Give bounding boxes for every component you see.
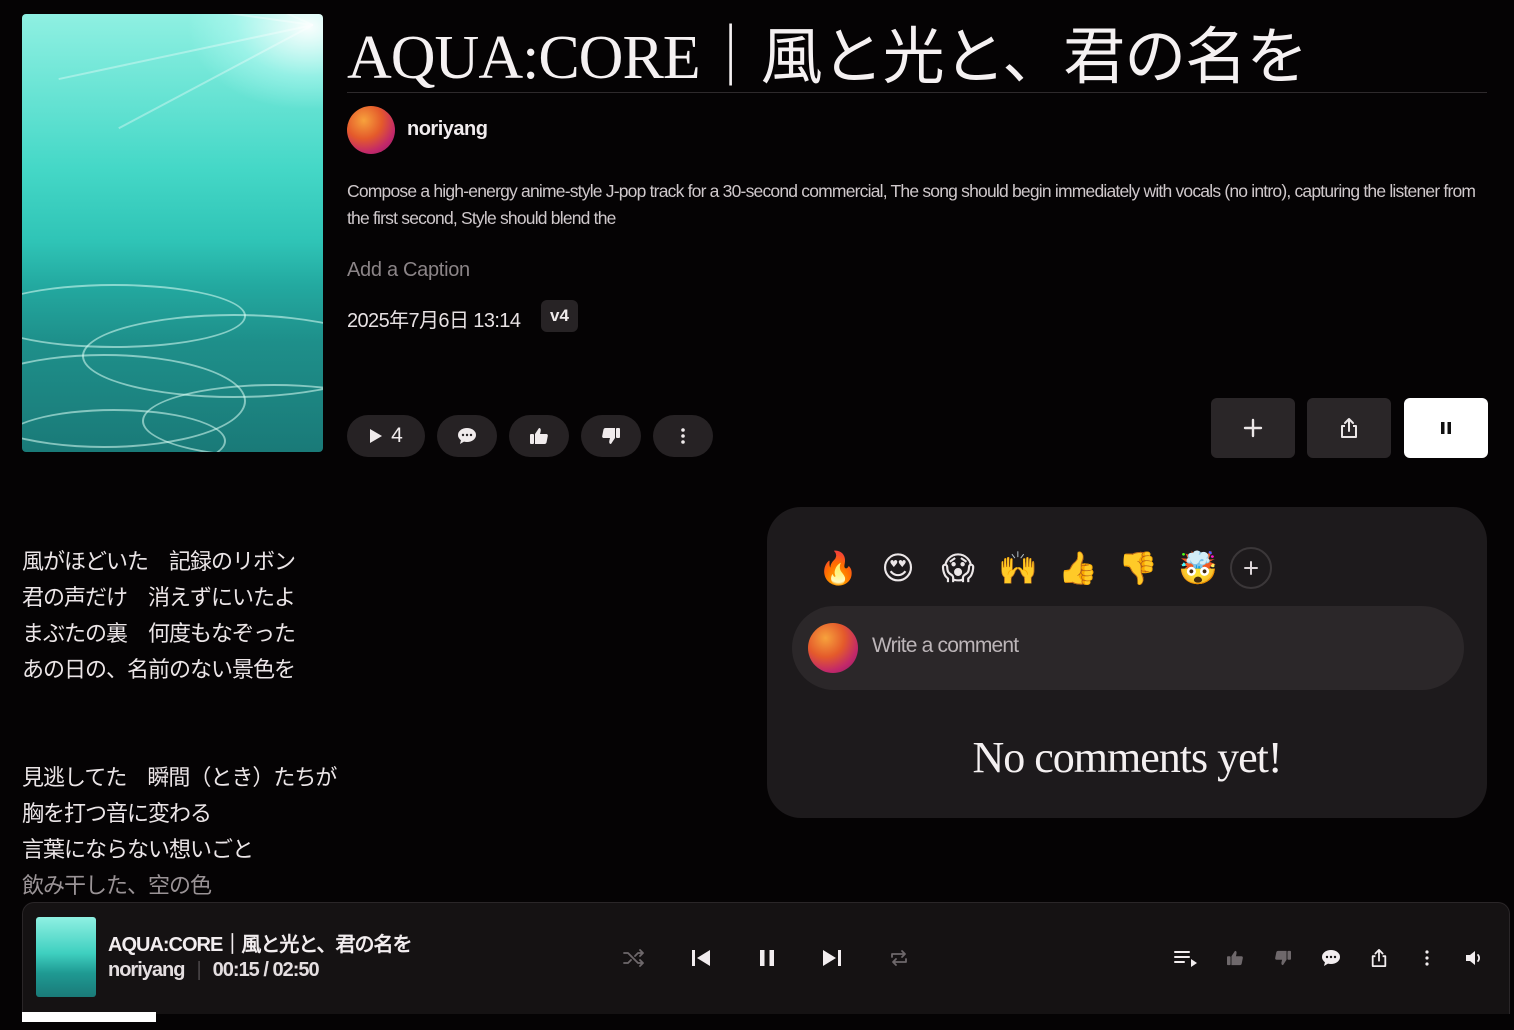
player-dislike-button[interactable] xyxy=(1265,940,1301,976)
comment-button[interactable] xyxy=(437,415,497,457)
player-song-title[interactable]: AQUA:CORE｜風と光と、君の名を xyxy=(108,928,413,957)
plus-icon xyxy=(1243,418,1263,438)
volume-icon xyxy=(1466,951,1481,965)
lyric-line: あの日の、名前のない景色を xyxy=(22,657,296,682)
player-share-button[interactable] xyxy=(1361,940,1397,976)
player-separator: | xyxy=(196,959,201,981)
share-icon xyxy=(1371,949,1387,967)
player-like-button[interactable] xyxy=(1217,940,1253,976)
next-track-button[interactable] xyxy=(814,940,850,976)
queue-button[interactable] xyxy=(1168,940,1204,976)
comment-icon xyxy=(1322,950,1340,966)
repeat-button[interactable] xyxy=(881,940,917,976)
reaction-thumbs-down[interactable]: 👎 xyxy=(1108,546,1168,590)
previous-track-button[interactable] xyxy=(683,940,719,976)
play-count: 4 xyxy=(391,424,403,447)
plus-icon xyxy=(1244,561,1258,575)
comment-placeholder[interactable]: Write a comment xyxy=(872,634,1019,658)
lyric-line: 胸を打つ音に変わる xyxy=(22,801,212,826)
player-pause-button[interactable] xyxy=(749,940,785,976)
reaction-raised-hands[interactable]: 🙌 xyxy=(988,546,1048,590)
more-vertical-icon xyxy=(681,428,685,444)
more-vertical-icon xyxy=(1425,950,1429,966)
play-count-button[interactable]: 4 xyxy=(347,415,425,457)
lyric-spacer xyxy=(22,688,336,760)
more-options-button[interactable] xyxy=(653,415,713,457)
add-caption-field[interactable]: Add a Caption xyxy=(347,259,470,282)
player-comment-button[interactable] xyxy=(1313,940,1349,976)
shuffle-icon xyxy=(623,949,644,967)
thumbs-up-icon xyxy=(530,428,548,444)
reaction-bar: 🔥 😍 😱 🙌 👍 👎 🤯 xyxy=(808,546,1272,590)
progress-track[interactable] xyxy=(22,1014,1510,1030)
song-description: Compose a high-energy anime-style J-pop … xyxy=(347,181,1476,228)
lyric-line: 飲み干した、空の色 xyxy=(22,873,212,898)
pause-icon xyxy=(1441,422,1451,434)
shuffle-button[interactable] xyxy=(616,940,652,976)
title-divider xyxy=(347,92,1487,93)
reaction-heart-eyes[interactable]: 😍 xyxy=(868,546,928,590)
share-button[interactable] xyxy=(1307,398,1391,458)
author-avatar[interactable] xyxy=(347,106,395,154)
repeat-icon xyxy=(891,950,907,966)
queue-icon xyxy=(1174,951,1197,967)
reaction-thumbs-up[interactable]: 👍 xyxy=(1048,546,1108,590)
version-badge: v4 xyxy=(541,300,578,332)
lyric-line: 言葉にならない想いごと xyxy=(22,837,254,862)
reaction-mind-blown[interactable]: 🤯 xyxy=(1168,546,1228,590)
add-reaction-button[interactable] xyxy=(1230,547,1272,589)
no-comments-message: No comments yet! xyxy=(972,733,1282,782)
lyric-line: 見逃してた 瞬間（とき）たちが xyxy=(22,765,337,790)
thumbs-down-icon xyxy=(1275,950,1291,966)
player-cover-thumbnail[interactable] xyxy=(36,917,96,997)
skip-back-icon xyxy=(692,950,710,966)
player-artist[interactable]: noriyang xyxy=(108,959,185,982)
add-to-playlist-button[interactable] xyxy=(1211,398,1295,458)
pause-icon xyxy=(760,950,774,966)
reaction-scream[interactable]: 😱 xyxy=(928,546,988,590)
like-button[interactable] xyxy=(509,415,569,457)
cover-art[interactable] xyxy=(22,14,323,452)
pause-button[interactable] xyxy=(1404,398,1488,458)
dislike-button[interactable] xyxy=(581,415,641,457)
lyric-line: まぶたの裏 何度もなぞった xyxy=(22,621,296,646)
player-time: 00:15 / 02:50 xyxy=(212,959,320,981)
author-name[interactable]: noriyang xyxy=(407,118,488,141)
lyric-line: 君の声だけ 消えずにいたよ xyxy=(22,585,296,610)
progress-fill xyxy=(22,1012,156,1022)
skip-forward-icon xyxy=(823,950,841,966)
player-more-button[interactable] xyxy=(1409,940,1445,976)
creation-date: 2025年7月6日 13:14 xyxy=(347,310,521,332)
share-icon xyxy=(1341,418,1357,438)
thumbs-up-icon xyxy=(1227,950,1243,966)
user-avatar xyxy=(808,623,858,673)
lyric-line: 風がほどいた 記録のリボン xyxy=(22,549,296,574)
lyrics: 風がほどいた 記録のリボン 君の声だけ 消えずにいたよ まぶたの裏 何度もなぞっ… xyxy=(22,544,337,904)
player-meta: noriyang | 00:15 / 02:50 xyxy=(108,959,320,982)
song-title: AQUA:CORE｜風と光と、君の名を xyxy=(347,24,1308,92)
play-icon xyxy=(370,429,383,443)
reaction-fire[interactable]: 🔥 xyxy=(808,546,868,590)
thumbs-down-icon xyxy=(602,428,620,444)
volume-button[interactable] xyxy=(1456,940,1492,976)
comment-icon xyxy=(458,428,476,444)
